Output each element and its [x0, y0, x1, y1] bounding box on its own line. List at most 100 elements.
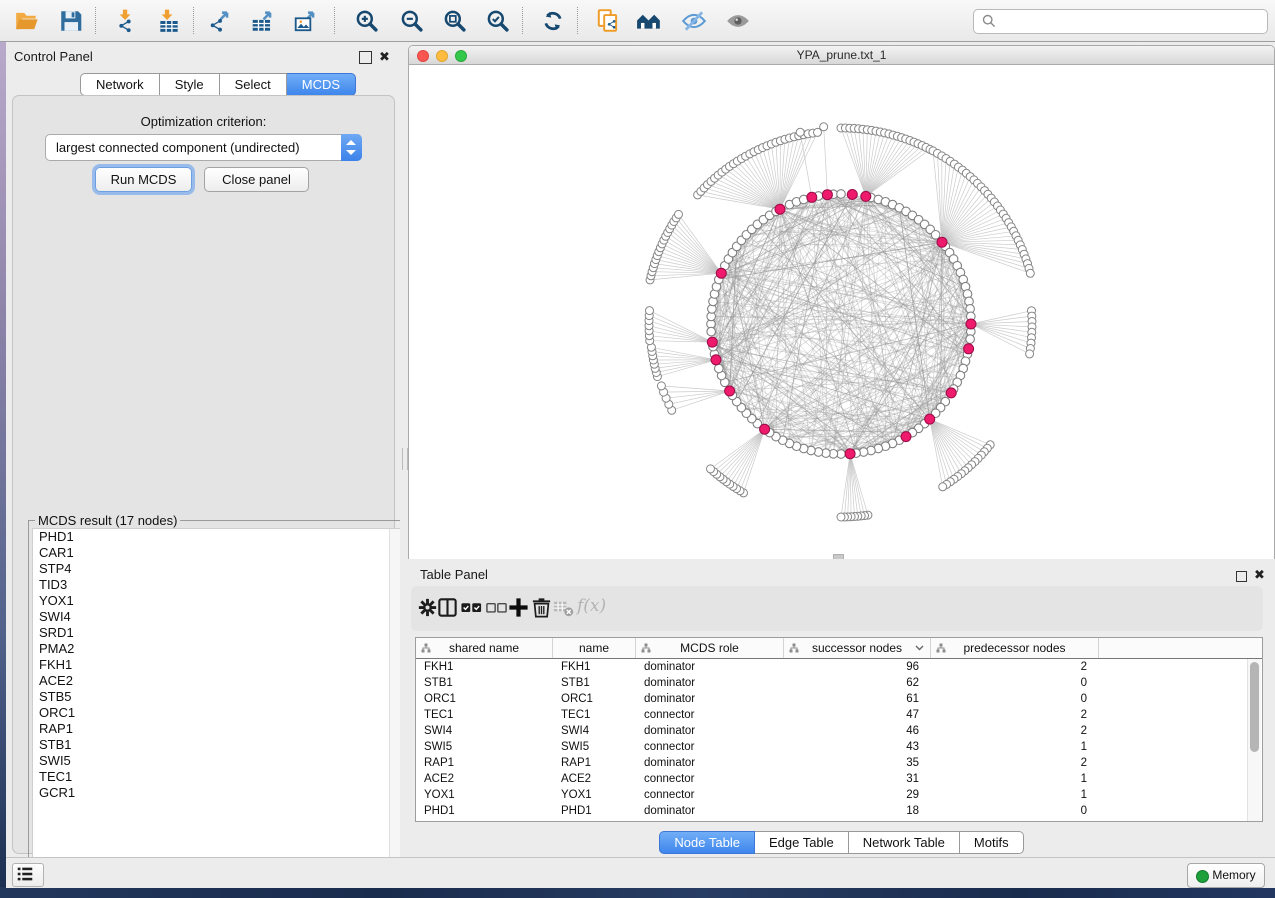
tab-edge-table[interactable]: Edge Table	[755, 831, 849, 854]
cell-successor-nodes: 35	[784, 755, 931, 771]
cell-shared-name: ORC1	[416, 691, 553, 707]
hide-selected-icon[interactable]	[679, 6, 709, 36]
tab-network-table[interactable]: Network Table	[849, 831, 960, 854]
open-session-icon[interactable]	[12, 6, 42, 36]
cell-shared-name: SWI5	[416, 739, 553, 755]
node-table: shared namenameMCDS rolesuccessor nodesp…	[415, 637, 1263, 822]
table-row-STB1[interactable]: STB1STB1dominator620	[416, 675, 1262, 691]
mcds-result-item[interactable]: CAR1	[33, 545, 403, 561]
table-row-FKH1[interactable]: FKH1FKH1dominator962	[416, 659, 1262, 675]
table-row-RAP1[interactable]: RAP1RAP1dominator352	[416, 755, 1262, 771]
toolbar-separator	[95, 7, 96, 34]
mcds-result-item[interactable]: FKH1	[33, 657, 403, 673]
mcds-result-item[interactable]: SWI5	[33, 753, 403, 769]
column-header-MCDS-role[interactable]: MCDS role	[636, 638, 784, 658]
task-history-button[interactable]	[12, 863, 44, 887]
table-panel-float-icon[interactable]	[1236, 569, 1247, 587]
control-panel-tabs: NetworkStyleSelectMCDS	[80, 73, 356, 96]
mcds-result-item[interactable]: STP4	[33, 561, 403, 577]
cell-successor-nodes: 96	[784, 659, 931, 675]
network-window-titlebar[interactable]: YPA_prune.txt_1	[409, 46, 1274, 65]
refresh-layout-icon[interactable]	[538, 6, 568, 36]
close-panel-button[interactable]: Close panel	[204, 167, 309, 192]
control-panel-float-icon[interactable]	[359, 51, 372, 69]
mcds-result-title: MCDS result (17 nodes)	[35, 513, 180, 528]
mcds-result-list[interactable]: PHD1CAR1STP4TID3YOX1SWI4SRD1PMA2FKH1ACE2…	[32, 528, 404, 880]
show-all-icon[interactable]	[723, 6, 753, 36]
table-scrollbar-thumb[interactable]	[1250, 662, 1259, 752]
first-neighbors-icon[interactable]	[634, 6, 664, 36]
tab-style[interactable]: Style	[160, 73, 220, 96]
mcds-result-item[interactable]: PHD1	[33, 529, 403, 545]
cell-predecessor-nodes: 1	[931, 739, 1099, 755]
mcds-result-item[interactable]: GCR1	[33, 785, 403, 801]
tab-select[interactable]: Select	[220, 73, 287, 96]
mcds-result-item[interactable]: PMA2	[33, 641, 403, 657]
mcds-result-item[interactable]: SRD1	[33, 625, 403, 641]
network-from-selection-icon[interactable]	[593, 6, 623, 36]
table-scrollbar[interactable]	[1247, 659, 1261, 821]
cell-predecessor-nodes: 0	[931, 691, 1099, 707]
mcds-result-item[interactable]: YOX1	[33, 593, 403, 609]
column-header-predecessor-nodes[interactable]: predecessor nodes	[931, 638, 1099, 658]
table-row-SWI5[interactable]: SWI5SWI5connector431	[416, 739, 1262, 755]
table-row-TEC1[interactable]: TEC1TEC1connector472	[416, 707, 1262, 723]
select-all-icon[interactable]	[460, 596, 485, 621]
column-header-name[interactable]: name	[553, 638, 636, 658]
zoom-selected-icon[interactable]	[483, 6, 513, 36]
tab-mcds[interactable]: MCDS	[287, 73, 356, 96]
desktop-bottom-strip	[0, 887, 1275, 898]
table-tabs: Node TableEdge TableNetwork TableMotifs	[408, 831, 1275, 854]
mcds-result-item[interactable]: TEC1	[33, 769, 403, 785]
column-header-successor-nodes[interactable]: successor nodes	[784, 638, 931, 658]
search-input[interactable]	[1000, 11, 1264, 32]
table-row-SWI4[interactable]: SWI4SWI4dominator462	[416, 723, 1262, 739]
search-field[interactable]	[973, 9, 1268, 34]
new-column-icon[interactable]	[507, 596, 532, 621]
mcds-result-item[interactable]: SWI4	[33, 609, 403, 625]
network-canvas[interactable]	[409, 65, 1274, 559]
criterion-select[interactable]: largest connected component (undirected)	[45, 134, 362, 161]
zoom-in-icon[interactable]	[352, 6, 382, 36]
cell-successor-nodes: 43	[784, 739, 931, 755]
zoom-out-icon[interactable]	[397, 6, 427, 36]
import-network-icon[interactable]	[112, 6, 142, 36]
export-image-icon[interactable]	[291, 6, 321, 36]
tab-node-table[interactable]: Node Table	[659, 831, 755, 854]
cell-name: FKH1	[553, 659, 636, 675]
tab-motifs[interactable]: Motifs	[960, 831, 1024, 854]
control-panel-close-icon[interactable]: ✖	[379, 51, 390, 62]
save-session-icon[interactable]	[56, 6, 86, 36]
cell-name: RAP1	[553, 755, 636, 771]
mcds-result-item[interactable]: ORC1	[33, 705, 403, 721]
export-network-icon[interactable]	[205, 6, 235, 36]
table-row-ACE2[interactable]: ACE2ACE2connector311	[416, 771, 1262, 787]
toolbar-separator	[577, 7, 578, 34]
table-row-YOX1[interactable]: YOX1YOX1connector291	[416, 787, 1262, 803]
show-columns-icon[interactable]	[436, 596, 461, 621]
cell-predecessor-nodes: 0	[931, 803, 1099, 819]
run-mcds-button[interactable]: Run MCDS	[95, 167, 192, 192]
cell-MCDS-role: dominator	[636, 659, 784, 675]
memory-button[interactable]: Memory	[1187, 863, 1265, 888]
mcds-result-item[interactable]: RAP1	[33, 721, 403, 737]
toolbar-separator	[334, 7, 335, 34]
table-row-ORC1[interactable]: ORC1ORC1dominator610	[416, 691, 1262, 707]
zoom-fit-icon[interactable]	[440, 6, 470, 36]
cell-shared-name: SWI4	[416, 723, 553, 739]
mcds-result-item[interactable]: TID3	[33, 577, 403, 593]
table-panel-close-icon[interactable]: ✖	[1254, 569, 1265, 580]
cell-predecessor-nodes: 2	[931, 723, 1099, 739]
cell-name: ACE2	[553, 771, 636, 787]
toolbar-separator	[522, 7, 523, 34]
cell-name: STB1	[553, 675, 636, 691]
column-header-shared-name[interactable]: shared name	[416, 638, 553, 658]
mcds-result-item[interactable]: ACE2	[33, 673, 403, 689]
table-row-PHD1[interactable]: PHD1PHD1dominator180	[416, 803, 1262, 819]
import-table-icon[interactable]	[154, 6, 184, 36]
tab-network[interactable]: Network	[80, 73, 160, 96]
export-table-icon[interactable]	[248, 6, 278, 36]
mcds-result-item[interactable]: STB1	[33, 737, 403, 753]
mcds-result-item[interactable]: STB5	[33, 689, 403, 705]
cell-name: ORC1	[553, 691, 636, 707]
